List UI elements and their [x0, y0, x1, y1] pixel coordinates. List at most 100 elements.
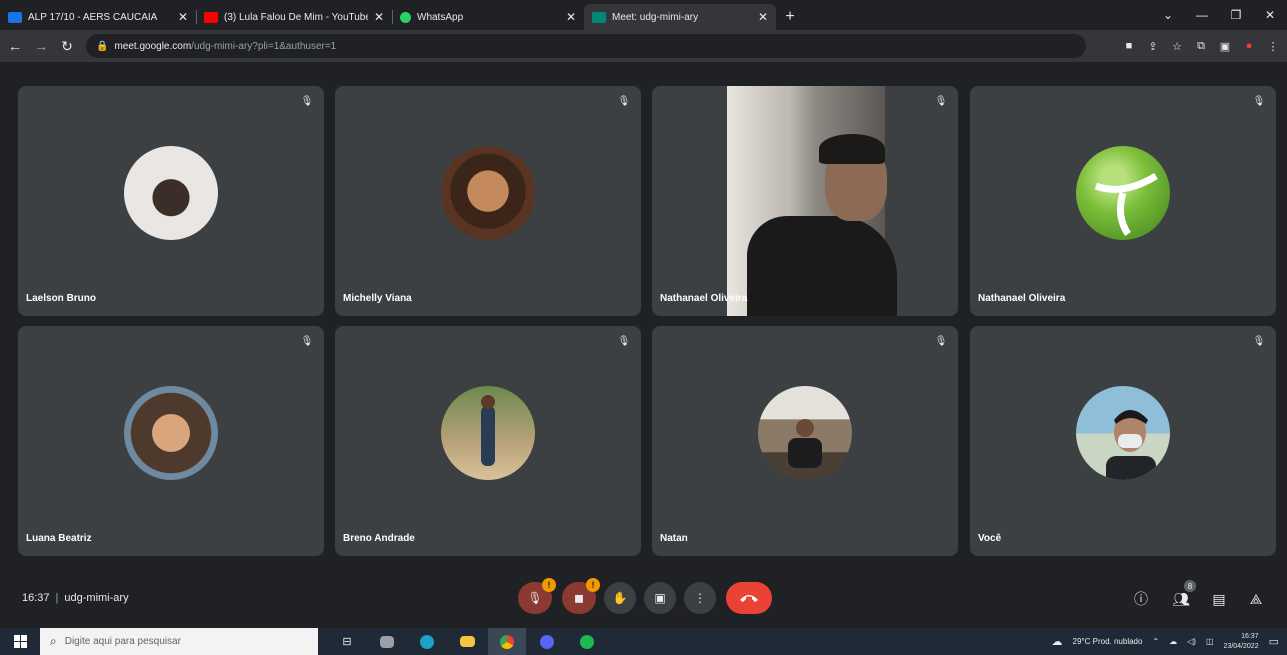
more-options-button[interactable]: ⋮	[684, 582, 716, 614]
forward-arrow-icon[interactable]: →	[30, 35, 52, 57]
store-icon	[380, 635, 394, 648]
minimize-icon[interactable]: —	[1185, 0, 1219, 30]
participant-tile[interactable]: 🎙︎ Natan	[652, 326, 958, 556]
participant-name: Michelly Viana	[343, 293, 412, 304]
leave-call-button[interactable]	[726, 582, 772, 614]
start-button[interactable]	[0, 628, 40, 655]
participant-tile[interactable]: 🎙︎ Breno Andrade	[335, 326, 641, 556]
address-bar[interactable]: 🔒 meet.google.com /udg-mimi-ary?pli=1&au…	[86, 34, 1086, 58]
taskbar-app-explorer[interactable]	[448, 628, 486, 655]
windows-logo-icon	[13, 635, 27, 648]
sidebar-icon[interactable]: ▣	[1217, 38, 1233, 54]
lock-icon[interactable]: 🔒	[96, 41, 108, 52]
folder-icon	[459, 636, 475, 647]
mic-muted-icon: 🎙︎	[617, 335, 631, 347]
browser-tab-youtube[interactable]: (3) Lula Falou De Mim - YouTube ✕	[196, 4, 392, 30]
mic-muted-icon: 🎙︎	[934, 95, 948, 107]
taskbar-app-store[interactable]	[368, 628, 406, 655]
search-icon: ⌕	[50, 634, 57, 648]
meeting-grid: 🎙︎ Laelson Bruno 🎙︎ Michelly Viana 🎙︎ Na…	[0, 62, 1287, 572]
close-tab-icon[interactable]: ✕	[758, 10, 768, 24]
close-tab-icon[interactable]: ✕	[566, 10, 576, 24]
task-view-button[interactable]: ⊟	[328, 628, 366, 655]
tab-search-chevron-icon[interactable]: ⌄	[1151, 0, 1185, 30]
taskbar-clock[interactable]: 16:37 23/04/2022	[1224, 632, 1259, 652]
hand-icon: ✋	[612, 591, 628, 605]
weather-text[interactable]: 29°C Prod. nublado	[1073, 637, 1143, 646]
meeting-info-button[interactable]: ⓘ	[1130, 588, 1152, 610]
people-button[interactable]: 👥︎ 8	[1170, 580, 1196, 610]
meeting-details: 16:37 | udg-mimi-ary	[22, 592, 129, 604]
tray-chevron-icon[interactable]: ⌃	[1152, 637, 1159, 646]
more-vert-icon: ⋮	[694, 591, 706, 605]
window-controls: ⌄ — ❐ ✕	[1151, 0, 1287, 30]
volume-icon[interactable]: ◁)	[1187, 637, 1196, 646]
participant-avatar	[124, 146, 218, 240]
camera-indicator-icon[interactable]: ■	[1121, 38, 1137, 54]
tab-title: ALP 17/10 - AERS CAUCAIA	[28, 11, 158, 23]
camera-toggle-button[interactable]: ◼ !	[562, 578, 600, 614]
participant-tile[interactable]: 🎙︎ Nathanael Oliveira	[970, 86, 1276, 316]
restore-icon[interactable]: ❐	[1219, 0, 1253, 30]
info-icon: ⓘ	[1134, 591, 1148, 607]
participant-avatar	[124, 386, 218, 480]
microphone-toggle-button[interactable]: 🎙︎ !	[518, 578, 556, 614]
bookmark-star-icon[interactable]: ☆	[1169, 38, 1185, 54]
participant-name: Nathanael Oliveira	[660, 293, 748, 304]
share-icon[interactable]: ⇪	[1145, 38, 1161, 54]
participant-tile[interactable]: 🎙︎ Michelly Viana	[335, 86, 641, 316]
weather-cloud-icon[interactable]: ☁	[1052, 635, 1063, 648]
taskbar-app-spotify[interactable]	[568, 628, 606, 655]
meeting-code: udg-mimi-ary	[64, 592, 129, 604]
participant-avatar	[1076, 386, 1170, 480]
url-host: meet.google.com	[114, 40, 192, 52]
mic-muted-icon: 🎙︎	[1252, 95, 1266, 107]
participant-tile[interactable]: 🎙︎ Laelson Bruno	[18, 86, 324, 316]
taskbar-app-chrome[interactable]	[488, 628, 526, 655]
participant-tile[interactable]: 🎙︎ Você	[970, 326, 1276, 556]
spotify-icon	[580, 634, 594, 649]
participant-tile[interactable]: 🎙︎ Luana Beatriz	[18, 326, 324, 556]
close-tab-icon[interactable]: ✕	[178, 10, 188, 24]
participant-tile[interactable]: 🎙︎ Nathanael Oliveira	[652, 86, 958, 316]
people-icon: 👥︎	[1172, 590, 1190, 607]
participant-name: Laelson Bruno	[26, 293, 97, 304]
activities-button[interactable]: ⟁	[1245, 588, 1267, 610]
chat-icon: ▤	[1212, 590, 1226, 607]
taskbar-app-edge[interactable]	[408, 628, 446, 655]
onedrive-icon[interactable]: ☁	[1169, 637, 1177, 646]
activities-icon: ⟁	[1249, 590, 1263, 607]
browser-tab-whatsapp[interactable]: WhatsApp ✕	[392, 4, 584, 30]
meeting-time: 16:37	[22, 592, 50, 604]
new-tab-plus-icon[interactable]: +	[776, 4, 804, 30]
present-screen-button[interactable]: ▣	[644, 582, 676, 614]
reload-icon[interactable]: ↻	[56, 35, 78, 57]
tab-title: Meet: udg-mimi-ary	[612, 11, 699, 23]
browser-tab-meet[interactable]: Meet: udg-mimi-ary ✕	[584, 4, 776, 30]
back-arrow-icon[interactable]: ←	[4, 35, 26, 57]
extension-puzzle-icon[interactable]: ⧉	[1193, 38, 1209, 54]
profile-avatar-icon[interactable]: ●	[1241, 38, 1257, 54]
participant-name: Luana Beatriz	[26, 533, 92, 544]
warning-badge: !	[542, 578, 556, 592]
hang-up-icon	[740, 595, 758, 602]
browser-tab-alp[interactable]: ALP 17/10 - AERS CAUCAIA ✕	[0, 4, 196, 30]
close-window-icon[interactable]: ✕	[1253, 0, 1287, 30]
network-icon[interactable]: ◫	[1206, 637, 1214, 646]
extensions-area: ■ ⇪ ☆ ⧉ ▣ ● ⋮	[1121, 38, 1281, 54]
mic-off-icon: 🎙︎	[527, 591, 543, 605]
camera-off-icon: ◼	[574, 591, 584, 605]
notifications-icon[interactable]: ▭	[1269, 635, 1279, 648]
meet-icon	[592, 11, 606, 23]
taskbar-apps: ⊟	[328, 628, 606, 655]
search-placeholder: Digite aqui para pesquisar	[64, 636, 181, 647]
taskbar-search-box[interactable]: ⌕ Digite aqui para pesquisar	[40, 628, 318, 655]
mic-muted-icon: 🎙︎	[300, 95, 314, 107]
discord-icon	[540, 634, 554, 649]
chat-button[interactable]: ▤	[1208, 588, 1230, 610]
close-tab-icon[interactable]: ✕	[374, 10, 384, 24]
raise-hand-button[interactable]: ✋	[604, 582, 636, 614]
taskbar-app-discord[interactable]	[528, 628, 566, 655]
clock-time: 16:37	[1241, 632, 1259, 640]
browser-menu-icon[interactable]: ⋮	[1265, 38, 1281, 54]
